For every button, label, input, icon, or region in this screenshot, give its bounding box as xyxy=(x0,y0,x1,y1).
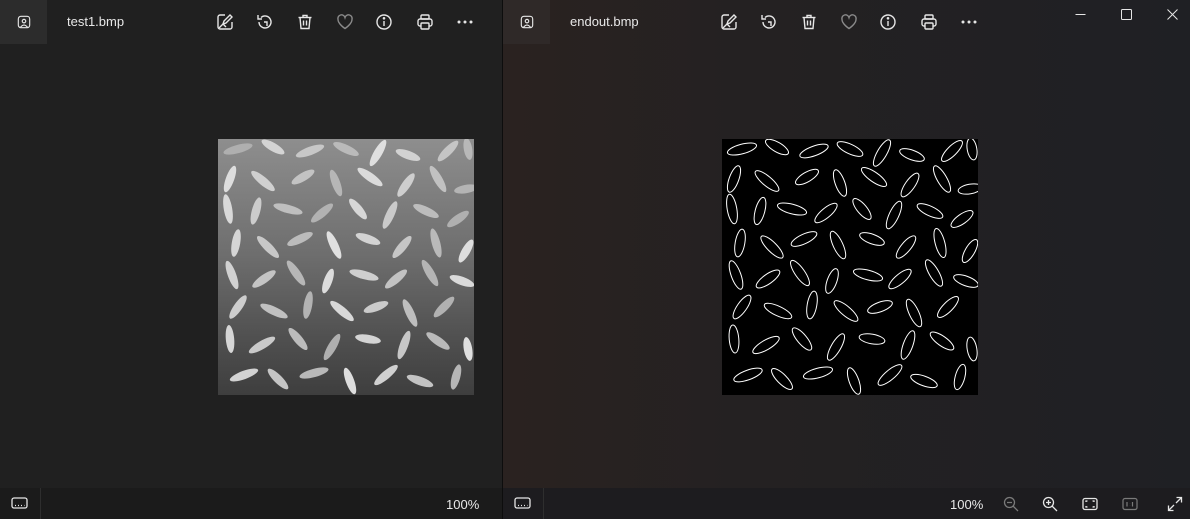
photos-app-icon[interactable] xyxy=(0,0,47,44)
favorite-button[interactable] xyxy=(838,11,860,33)
zoom-in-button[interactable] xyxy=(1039,494,1061,514)
actual-size-button[interactable] xyxy=(1119,494,1141,514)
print-icon xyxy=(921,14,937,30)
more-options-icon xyxy=(961,20,977,24)
rotate-button[interactable] xyxy=(758,11,780,33)
favorite-heart-icon xyxy=(337,14,353,30)
edit-image-button[interactable] xyxy=(214,11,236,33)
filmstrip-icon xyxy=(10,497,28,509)
minimize-icon xyxy=(1075,13,1085,15)
photos-window-left: test1.bmp 100% xyxy=(0,0,502,519)
photos-app-icon[interactable] xyxy=(503,0,550,44)
favorite-heart-icon xyxy=(841,14,857,30)
zoom-level: 100% xyxy=(950,497,984,512)
photos-window-right: endout.bmp 100% xyxy=(503,0,1190,519)
print-button[interactable] xyxy=(918,11,940,33)
status-bar: 100% xyxy=(503,488,1190,519)
fit-to-window-button[interactable] xyxy=(1079,494,1101,514)
close-icon xyxy=(1166,8,1178,20)
file-name: endout.bmp xyxy=(570,14,639,29)
delete-button[interactable] xyxy=(294,11,316,33)
zoom-level: 100% xyxy=(446,497,480,512)
rotate-icon xyxy=(257,15,272,29)
info-button[interactable] xyxy=(373,11,395,33)
rotate-button[interactable] xyxy=(254,11,276,33)
delete-icon xyxy=(298,14,312,30)
edit-image-button[interactable] xyxy=(718,11,740,33)
favorite-button[interactable] xyxy=(334,11,356,33)
separator xyxy=(40,488,41,519)
filmstrip-icon xyxy=(513,497,531,509)
title-bar: endout.bmp xyxy=(503,0,1190,44)
zoom-in-icon xyxy=(1042,496,1058,512)
image-viewport[interactable] xyxy=(0,44,502,488)
info-button[interactable] xyxy=(877,11,899,33)
zoom-out-button[interactable] xyxy=(1000,494,1022,514)
maximize-button[interactable] xyxy=(1103,0,1149,28)
print-icon xyxy=(417,14,433,30)
status-bar: 100% xyxy=(0,488,502,519)
more-options-icon xyxy=(457,20,473,24)
rice-grains-photo xyxy=(218,139,474,395)
more-options-button[interactable] xyxy=(454,11,476,33)
maximize-icon xyxy=(1120,8,1132,20)
minimize-button[interactable] xyxy=(1057,0,1103,28)
info-icon xyxy=(376,14,392,30)
image-viewport[interactable] xyxy=(503,44,1190,488)
delete-icon xyxy=(802,14,816,30)
delete-button[interactable] xyxy=(798,11,820,33)
zoom-out-icon xyxy=(1003,496,1019,512)
file-name: test1.bmp xyxy=(67,14,125,29)
info-icon xyxy=(880,14,896,30)
fullscreen-icon xyxy=(1167,496,1183,512)
more-options-button[interactable] xyxy=(958,11,980,33)
edit-image-icon xyxy=(721,14,737,30)
title-bar: test1.bmp xyxy=(0,0,502,44)
grayscale-rice-image xyxy=(218,139,474,395)
fit-to-window-icon xyxy=(1082,497,1098,511)
rice-edge-outlines-image xyxy=(722,139,978,395)
edit-image-icon xyxy=(217,14,233,30)
rotate-icon xyxy=(761,15,776,29)
fullscreen-button[interactable] xyxy=(1164,494,1186,514)
edge-detection-output-image xyxy=(722,139,978,395)
print-button[interactable] xyxy=(414,11,436,33)
filmstrip-button[interactable] xyxy=(511,494,533,514)
separator xyxy=(543,488,544,519)
actual-size-icon xyxy=(1122,497,1138,511)
close-button[interactable] xyxy=(1149,0,1190,28)
filmstrip-button[interactable] xyxy=(8,494,30,514)
